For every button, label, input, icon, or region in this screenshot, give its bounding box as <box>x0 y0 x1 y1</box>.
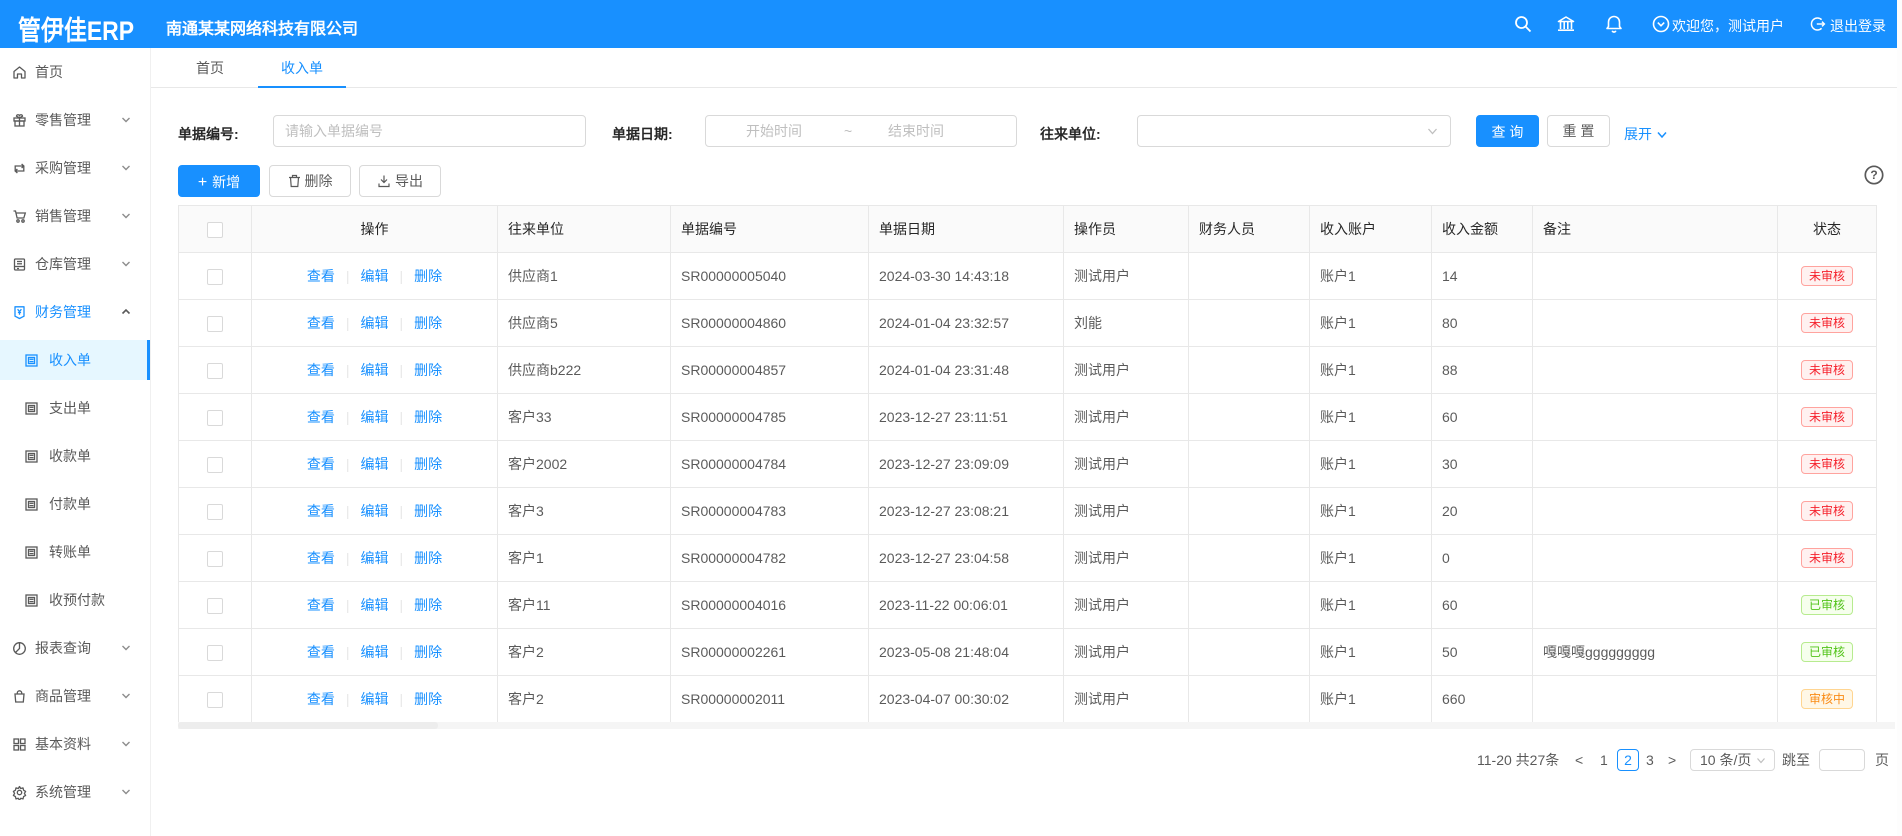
svg-text:?: ? <box>1870 168 1877 182</box>
